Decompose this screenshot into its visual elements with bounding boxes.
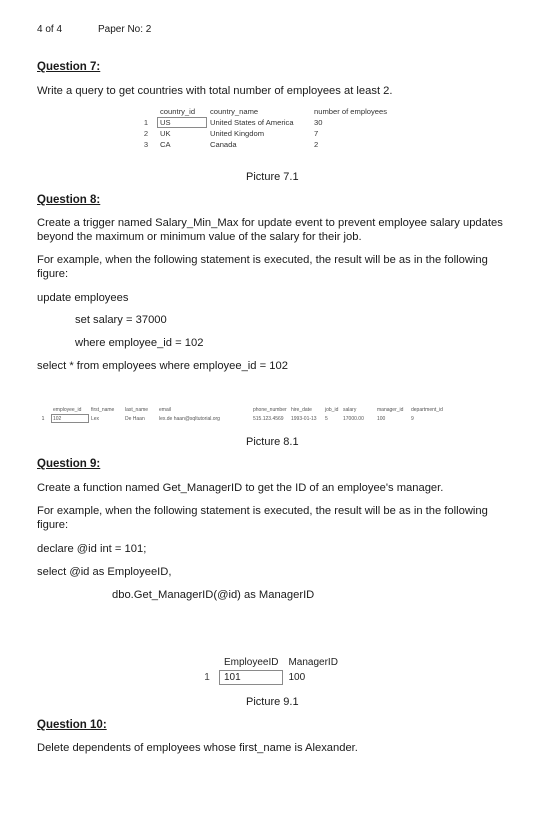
row-number: 1: [143, 118, 149, 127]
column-header: email: [159, 406, 171, 413]
page-number: 4 of 4: [37, 24, 63, 35]
question-8-title: Question 8:: [37, 194, 101, 206]
column-header: job_id: [325, 406, 339, 413]
grid-cell: 30: [314, 118, 323, 127]
picture-7-caption: Picture 7.1: [246, 171, 299, 183]
code-line: declare @id int = 101;: [37, 543, 147, 555]
question-9-text: Create a function named Get_ManagerID to…: [37, 482, 444, 494]
grid-cell: 17000.00: [343, 415, 364, 422]
code-line: select * from employees where employee_i…: [37, 360, 288, 372]
column-header: number of employees: [314, 107, 388, 116]
grid-cell: UK: [160, 129, 171, 138]
column-header: EmployeeID: [224, 657, 279, 668]
grid-cell: 102: [51, 414, 89, 423]
column-header: hire_date: [291, 406, 312, 413]
code-line: dbo.Get_ManagerID(@id) as ManagerID: [112, 589, 315, 601]
table-row: 2 UK United Kingdom 7: [135, 128, 407, 139]
grid-cell: Canada: [210, 140, 237, 149]
column-header: manager_id: [377, 406, 404, 413]
column-header: country_id: [160, 107, 196, 116]
code-line: set salary = 37000: [75, 314, 167, 326]
grid-cell: De Haan: [125, 415, 145, 422]
question-8-example: For example, when the following statemen…: [37, 254, 488, 280]
grid-cell: 5: [325, 415, 328, 422]
paper-number: Paper No: 2: [98, 24, 152, 35]
column-header: employee_id: [53, 406, 82, 413]
table-row: 1 102 Lex De Haan lex.de haan@sqltutoria…: [35, 414, 449, 423]
employee-result-grid: employee_id first_name last_name email p…: [35, 405, 449, 423]
code-line: where employee_id = 102: [75, 337, 204, 349]
question-8-text: Create a trigger named Salary_Min_Max fo…: [37, 217, 503, 243]
column-header: last_name: [125, 406, 149, 413]
question-10-text: Delete dependents of employees whose fir…: [37, 742, 358, 754]
table-row: 3 CA Canada 2: [135, 139, 407, 150]
grid-cell: 100: [288, 672, 306, 683]
table-row: 1 101 100: [195, 670, 343, 685]
grid-cell: lex.de haan@sqltutorial.org: [159, 415, 220, 422]
column-header: salary: [343, 406, 357, 413]
grid-cell: CA: [160, 140, 171, 149]
grid-cell: Lex: [91, 415, 100, 422]
grid-cell: 9: [411, 415, 414, 422]
column-header: first_name: [91, 406, 115, 413]
question-9-example: For example, when the following statemen…: [37, 505, 488, 531]
column-header: phone_number: [253, 406, 287, 413]
grid-cell: 7: [314, 129, 319, 138]
grid-cell: 515.123.4569: [253, 415, 284, 422]
grid-header-row: country_id country_name number of employ…: [135, 106, 407, 117]
code-line: select @id as EmployeeID,: [37, 566, 172, 578]
grid-cell: 2: [314, 140, 319, 149]
grid-header-row: employee_id first_name last_name email p…: [35, 405, 449, 414]
picture-8-caption: Picture 8.1: [246, 436, 299, 448]
grid-cell: 101: [219, 670, 284, 685]
grid-cell: 1993-01-13: [291, 415, 317, 422]
grid-cell: United Kingdom: [210, 129, 265, 138]
manager-result-grid: EmployeeID ManagerID 1 101 100: [195, 655, 343, 685]
grid-cell: 100: [377, 415, 386, 422]
table-row: 1 US United States of America 30: [135, 117, 407, 128]
row-number: 3: [143, 140, 149, 149]
code-line: update employees: [37, 292, 129, 304]
question-7-text: Write a query to get countries with tota…: [37, 85, 393, 97]
grid-header-row: EmployeeID ManagerID: [195, 655, 343, 670]
column-header: department_id: [411, 406, 443, 413]
question-10-title: Question 10:: [37, 719, 107, 731]
question-9-title: Question 9:: [37, 458, 101, 470]
row-number: 1: [41, 415, 45, 422]
picture-9-caption: Picture 9.1: [246, 696, 299, 708]
country-result-grid: country_id country_name number of employ…: [135, 106, 407, 150]
grid-cell: United States of America: [210, 118, 294, 127]
question-7-title: Question 7:: [37, 61, 101, 73]
grid-cell: US: [157, 117, 207, 128]
column-header: country_name: [210, 107, 259, 116]
column-header: ManagerID: [288, 657, 338, 668]
row-number: 1: [204, 672, 210, 683]
row-number: 2: [143, 129, 149, 138]
